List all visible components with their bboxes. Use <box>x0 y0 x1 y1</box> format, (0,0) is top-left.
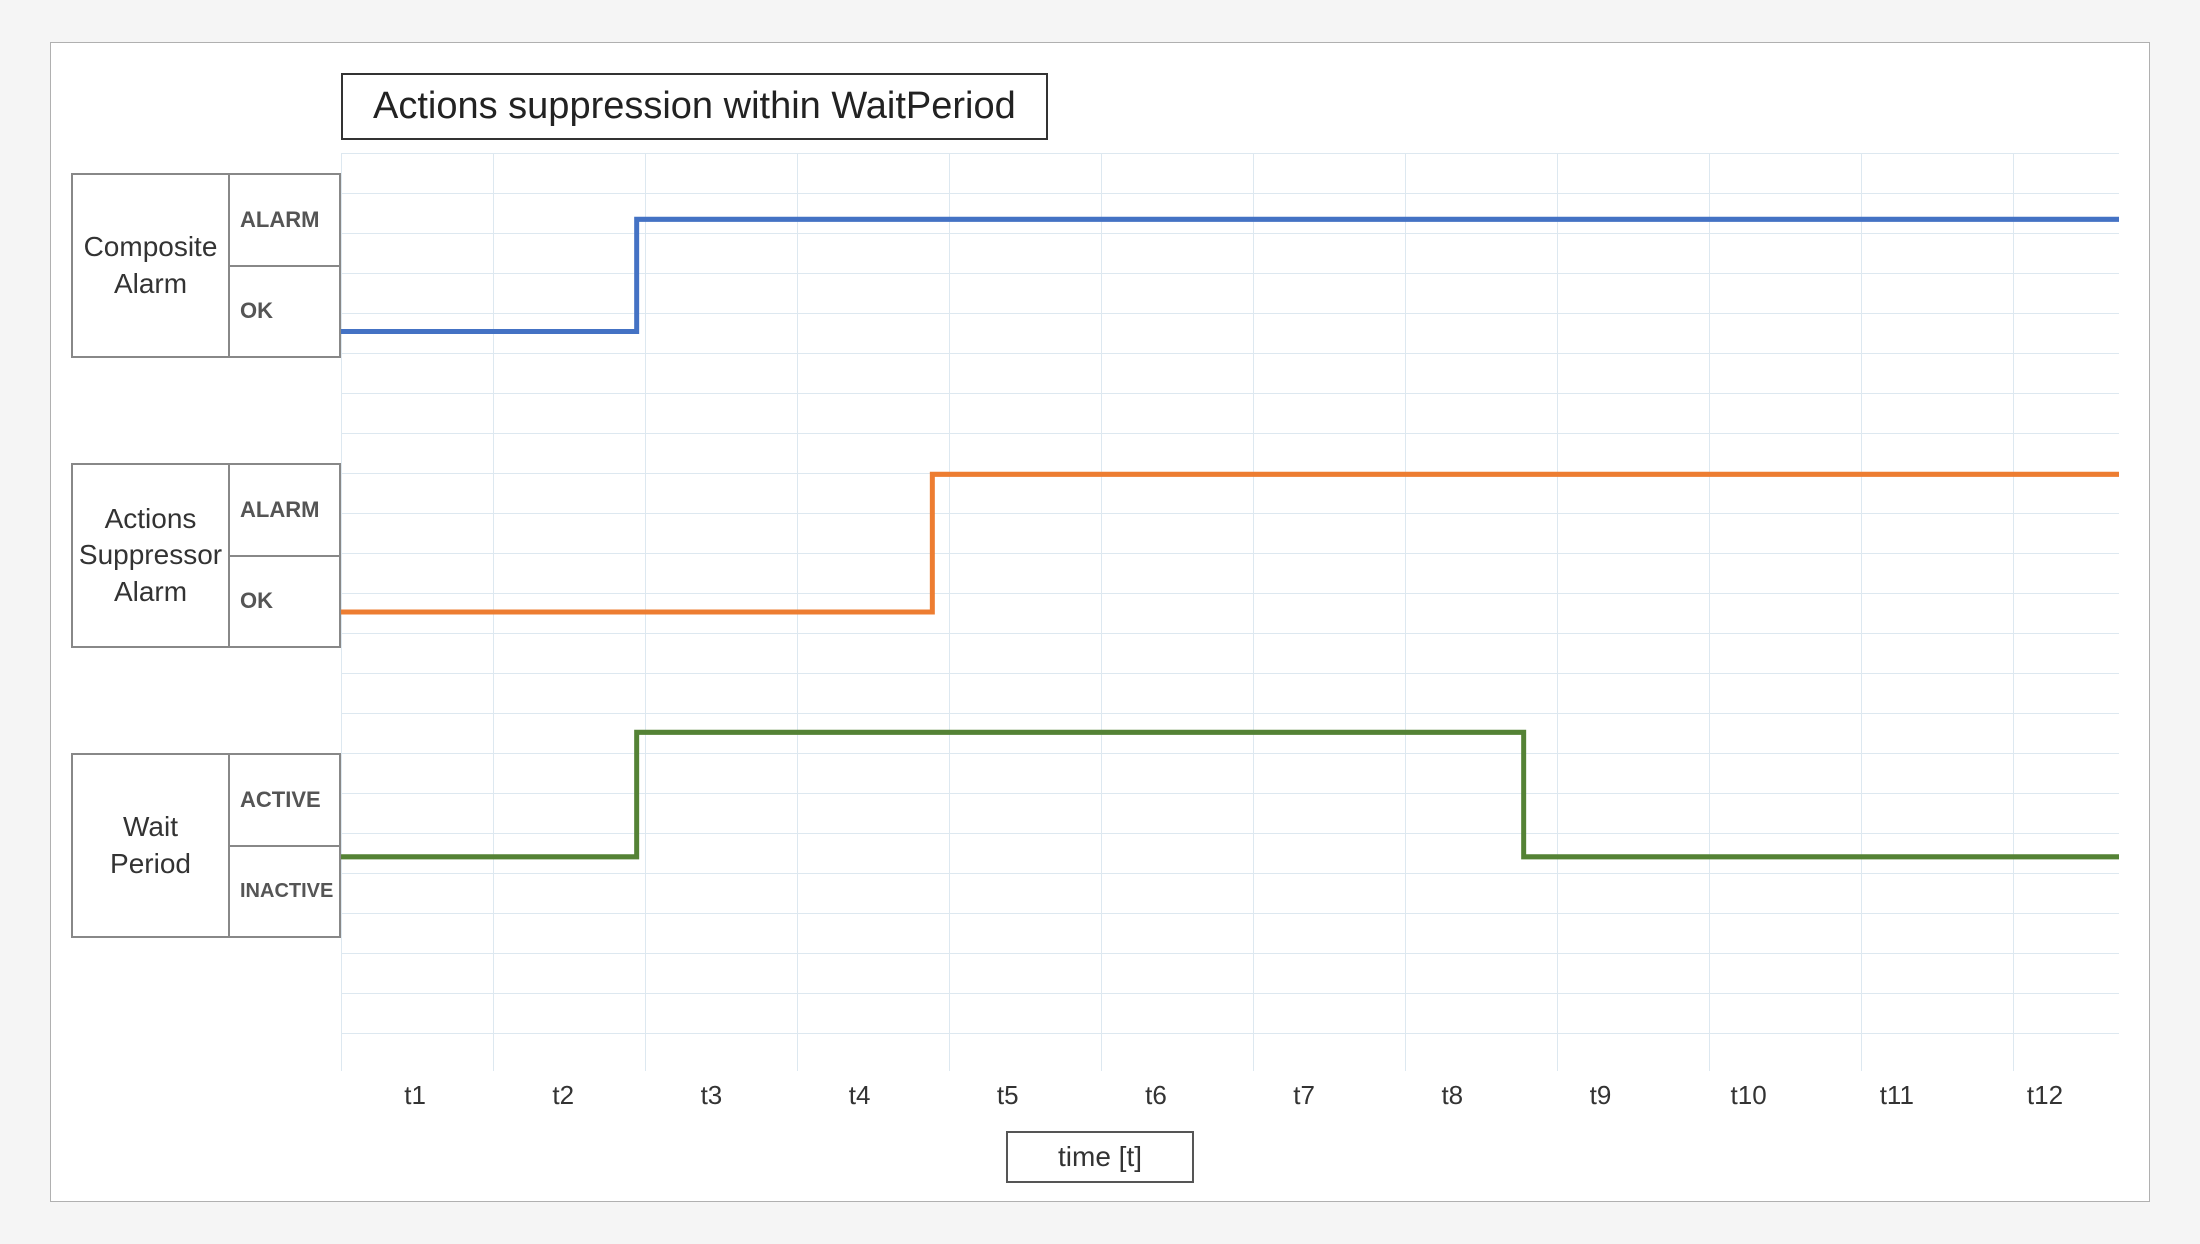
wait-period-line <box>341 732 2119 856</box>
composite-alarm-line <box>341 219 2119 331</box>
diagram-container: Actions suppression within WaitPeriod Co… <box>50 42 2150 1202</box>
tick-t10: t10 <box>1675 1080 1823 1111</box>
wait-period-label: WaitPeriod <box>110 809 191 882</box>
time-axis-label: time [t] <box>1006 1131 1194 1183</box>
actions-suppressor-state-ok: OK <box>240 588 273 614</box>
tick-t1: t1 <box>341 1080 489 1111</box>
tick-t9: t9 <box>1526 1080 1674 1111</box>
tick-t12: t12 <box>1971 1080 2119 1111</box>
actions-suppressor-line <box>341 474 2119 612</box>
actions-suppressor-row: ActionsSuppressorAlarm ALARM OK <box>71 463 341 648</box>
wait-period-state-inactive: INACTIVE <box>240 880 333 903</box>
chart-title: Actions suppression within WaitPeriod <box>341 73 1048 140</box>
time-axis: t1 t2 t3 t4 t5 t6 t7 t8 t9 t10 t11 t12 <box>341 1080 2119 1111</box>
actions-suppressor-state-alarm: ALARM <box>240 497 319 523</box>
tick-t6: t6 <box>1082 1080 1230 1111</box>
composite-alarm-row: CompositeAlarm ALARM OK <box>71 173 341 358</box>
wait-period-state-active: ACTIVE <box>240 787 321 813</box>
composite-alarm-label: CompositeAlarm <box>84 229 218 302</box>
wait-period-row: WaitPeriod ACTIVE INACTIVE <box>71 753 341 938</box>
actions-suppressor-label: ActionsSuppressorAlarm <box>79 501 222 610</box>
tick-t4: t4 <box>786 1080 934 1111</box>
tick-t8: t8 <box>1378 1080 1526 1111</box>
composite-alarm-state-ok: OK <box>240 298 273 324</box>
tick-t5: t5 <box>934 1080 1082 1111</box>
tick-t2: t2 <box>489 1080 637 1111</box>
tick-t3: t3 <box>637 1080 785 1111</box>
composite-alarm-state-alarm: ALARM <box>240 207 319 233</box>
tick-t11: t11 <box>1823 1080 1971 1111</box>
chart-svg <box>341 153 2119 1071</box>
tick-t7: t7 <box>1230 1080 1378 1111</box>
